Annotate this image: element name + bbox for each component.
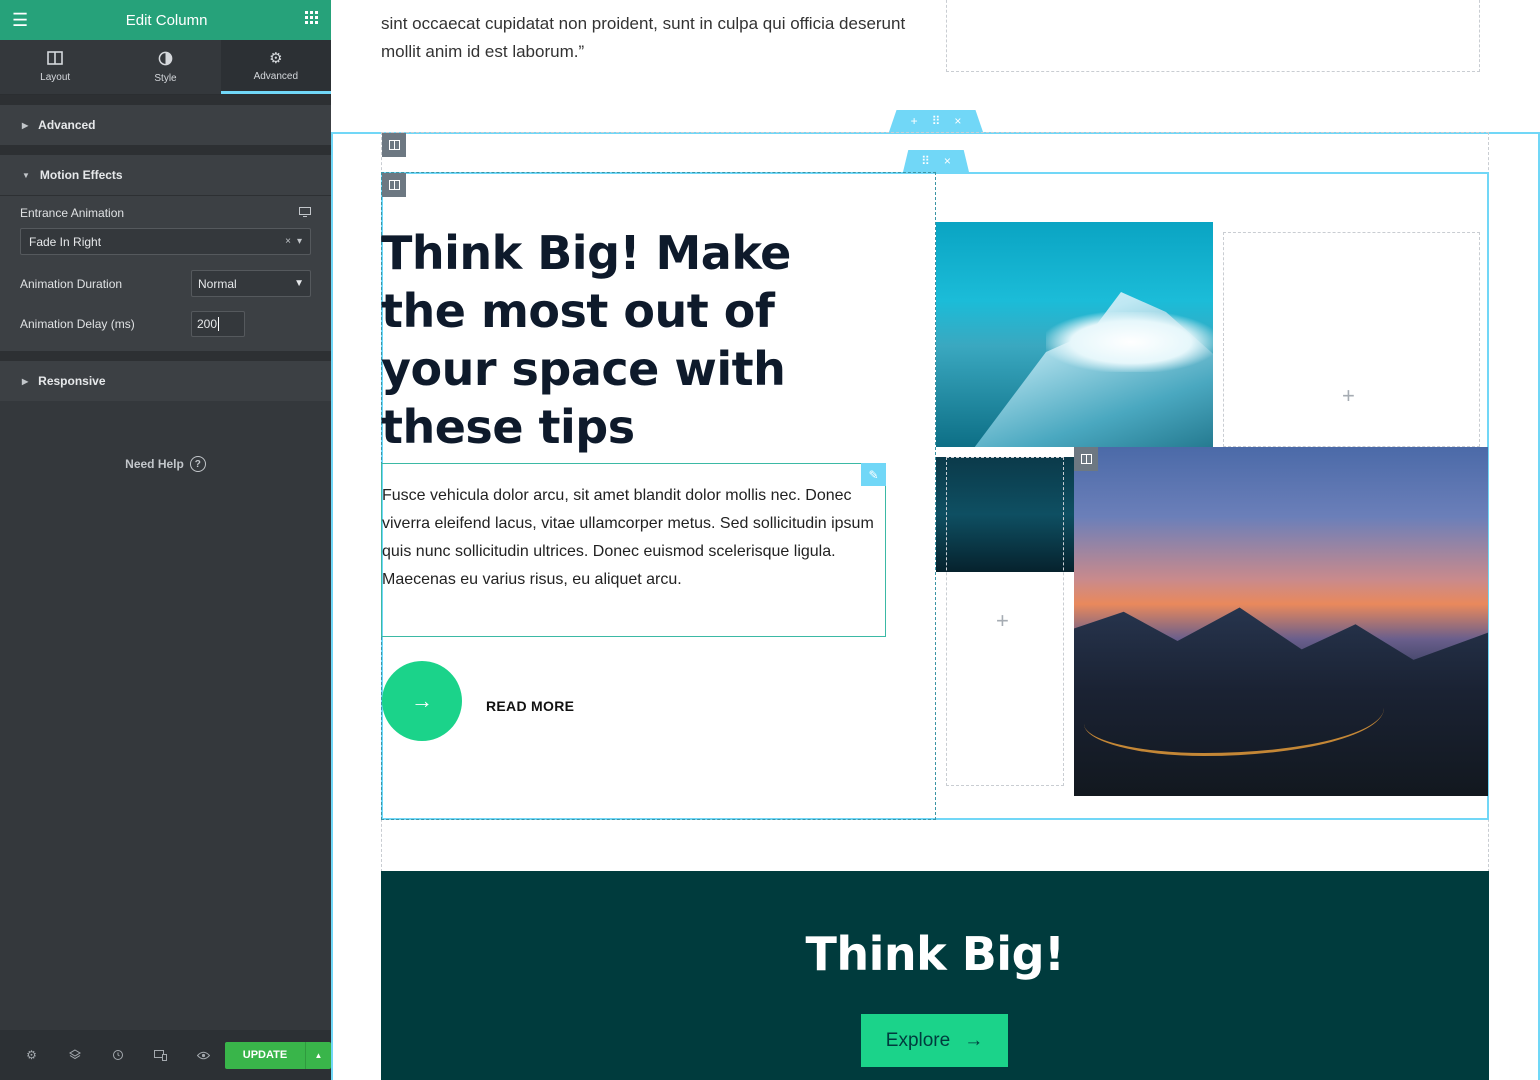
mountain-snow-image[interactable]	[936, 222, 1213, 447]
editor-panel: ☰ Edit Column Layout Style ⚙ Advanced ▶ …	[0, 0, 331, 1080]
entrance-animation-select[interactable]: Fade In Right × ▾	[20, 228, 311, 255]
animation-delay-row: Animation Delay (ms) 200	[20, 311, 311, 337]
section-advanced-label: Advanced	[38, 118, 96, 132]
drag-inner-section-icon[interactable]: ⠿	[921, 154, 930, 168]
delete-section-icon[interactable]: ×	[954, 114, 961, 128]
cta-band: Think Big! Explore →	[381, 871, 1489, 1080]
add-widget-plus-icon[interactable]: +	[996, 608, 1009, 634]
explore-label: Explore	[885, 1029, 951, 1051]
column-edit-icon[interactable]	[382, 173, 406, 197]
hamburger-menu-icon[interactable]: ☰	[12, 10, 28, 31]
chevron-down-icon: ▾	[296, 236, 302, 247]
panel-title: Edit Column	[125, 11, 208, 29]
main-heading[interactable]: Think Big! Make the most out of your spa…	[381, 224, 881, 456]
add-widget-plus-icon[interactable]: +	[1342, 383, 1355, 409]
section-responsive[interactable]: ▶ Responsive	[0, 351, 331, 401]
columns-icon	[47, 51, 63, 68]
tab-layout[interactable]: Layout	[0, 40, 110, 94]
animation-duration-value: Normal	[198, 276, 237, 291]
panel-footer: ⚙ UPDATE ▲	[0, 1030, 331, 1080]
inner-section-handle[interactable]: ⠿ ×	[903, 150, 969, 172]
tab-advanced[interactable]: ⚙ Advanced	[220, 40, 331, 94]
section-responsive-label: Responsive	[38, 374, 106, 388]
settings-gear-icon[interactable]: ⚙	[10, 1030, 53, 1080]
gear-icon: ⚙	[269, 50, 283, 67]
read-more-arrow-button[interactable]: →	[382, 661, 462, 741]
arrow-right-icon: →	[411, 688, 433, 713]
history-icon[interactable]	[96, 1030, 139, 1080]
caret-right-icon: ▶	[22, 376, 29, 386]
animation-duration-row: Animation Duration Normal ▼	[20, 270, 311, 297]
need-help-link[interactable]: Need Help ?	[0, 456, 331, 472]
column-edit-icon[interactable]	[1074, 447, 1098, 471]
drag-section-icon[interactable]: ⠿	[932, 114, 941, 128]
update-options-caret-icon[interactable]: ▲	[305, 1041, 331, 1069]
entrance-animation-row: Entrance Animation	[20, 206, 311, 220]
add-section-icon[interactable]: +	[911, 114, 918, 128]
tab-layout-label: Layout	[40, 72, 71, 83]
layers-icon[interactable]	[53, 1030, 96, 1080]
delete-inner-section-icon[interactable]: ×	[944, 154, 951, 168]
section-motion-effects[interactable]: ▼ Motion Effects	[0, 145, 331, 195]
responsive-mode-icon[interactable]	[139, 1030, 182, 1080]
desktop-device-icon[interactable]	[299, 206, 311, 220]
section-advanced[interactable]: ▶ Advanced	[0, 95, 331, 145]
caret-right-icon: ▶	[22, 120, 29, 130]
entrance-animation-label: Entrance Animation	[20, 206, 125, 220]
band-title: Think Big!	[805, 927, 1065, 981]
caret-down-icon: ▼	[22, 170, 30, 180]
column-edit-icon[interactable]	[382, 133, 406, 157]
motion-effects-body: Entrance Animation Fade In Right × ▾ Ani…	[0, 195, 331, 351]
half-circle-icon	[158, 51, 173, 69]
chevron-down-icon: ▼	[294, 278, 304, 289]
preview-eye-icon[interactable]	[182, 1030, 225, 1080]
need-help-label: Need Help	[125, 457, 184, 471]
pencil-edit-icon[interactable]: ✎	[861, 463, 886, 486]
text-cursor	[218, 317, 220, 331]
tab-style[interactable]: Style	[110, 40, 220, 94]
animation-delay-label: Animation Delay (ms)	[20, 317, 135, 331]
quote-text: sint occaecat cupidatat non proident, su…	[381, 14, 906, 61]
entrance-animation-value: Fade In Right	[29, 234, 102, 249]
animation-duration-label: Animation Duration	[20, 276, 123, 291]
body-paragraph: Fusce vehicula dolor arcu, sit amet blan…	[382, 487, 874, 588]
empty-column-placeholder[interactable]	[946, 0, 1480, 72]
read-more-link[interactable]: READ MORE	[486, 698, 574, 714]
page-canvas: sint occaecat cupidatat non proident, su…	[331, 0, 1540, 1080]
tab-style-label: Style	[154, 72, 177, 84]
animation-duration-select[interactable]: Normal ▼	[191, 270, 311, 297]
widgets-grid-icon[interactable]	[305, 10, 319, 30]
sunset-valley-image[interactable]	[1074, 447, 1488, 796]
panel-tabs: Layout Style ⚙ Advanced	[0, 40, 331, 95]
section-handle[interactable]: + ⠿ ×	[889, 110, 983, 132]
update-button[interactable]: UPDATE	[225, 1041, 305, 1069]
text-editor-widget[interactable]: Fusce vehicula dolor arcu, sit amet blan…	[381, 463, 886, 637]
question-icon: ?	[189, 456, 206, 472]
arrow-right-icon: →	[964, 1029, 984, 1051]
tab-advanced-label: Advanced	[253, 71, 299, 82]
panel-header: ☰ Edit Column	[0, 0, 331, 40]
clear-icon[interactable]: ×	[285, 236, 291, 247]
animation-delay-value: 200	[197, 317, 218, 331]
section-motion-label: Motion Effects	[39, 168, 123, 182]
empty-column-placeholder[interactable]	[1223, 232, 1480, 447]
explore-button[interactable]: Explore →	[861, 1014, 1008, 1067]
animation-delay-input[interactable]: 200	[191, 311, 245, 337]
